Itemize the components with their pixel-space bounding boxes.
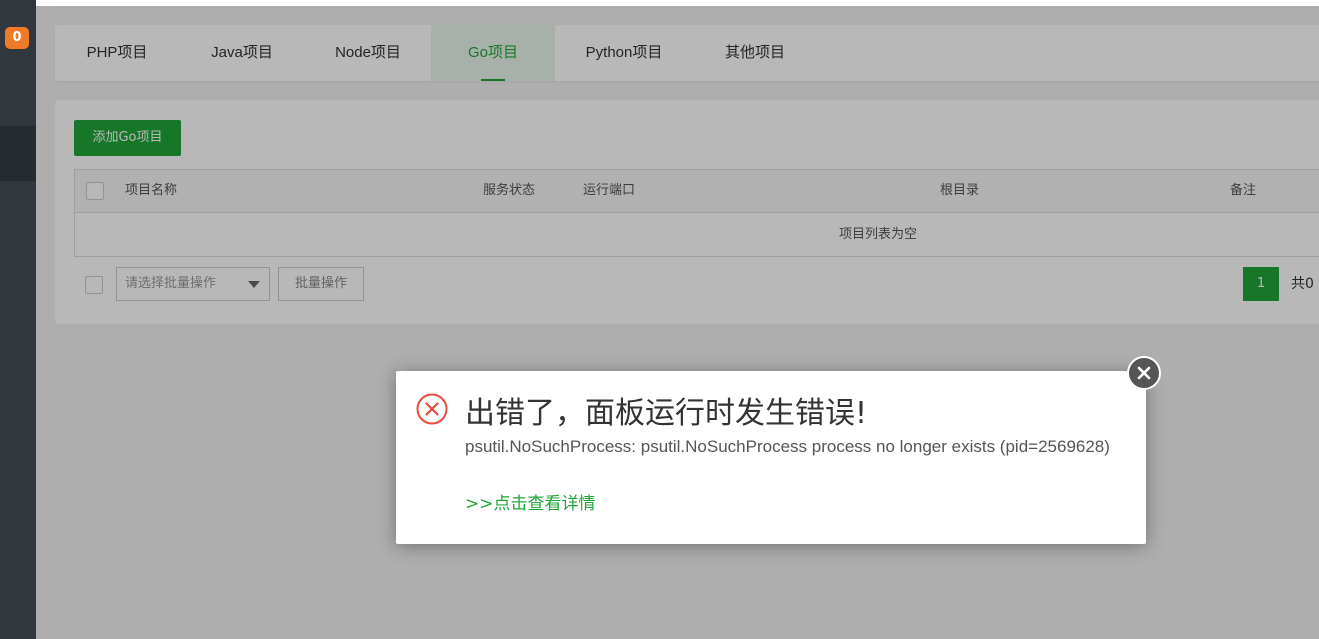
- sidebar: 0: [0, 0, 36, 639]
- view-details-link[interactable]: >>点击查看详情: [465, 492, 596, 516]
- error-icon: [416, 393, 448, 425]
- close-icon: [1137, 366, 1151, 380]
- close-dialog-button[interactable]: [1127, 356, 1161, 390]
- error-message: psutil.NoSuchProcess: psutil.NoSuchProce…: [465, 437, 1110, 456]
- notification-badge[interactable]: 0: [5, 27, 29, 49]
- error-dialog: 出错了，面板运行时发生错误! psutil.NoSuchProcess: psu…: [396, 371, 1146, 544]
- modal-overlay[interactable]: [36, 6, 1319, 639]
- sidebar-active-item[interactable]: [0, 126, 36, 181]
- error-title: 出错了，面板运行时发生错误!: [465, 396, 868, 431]
